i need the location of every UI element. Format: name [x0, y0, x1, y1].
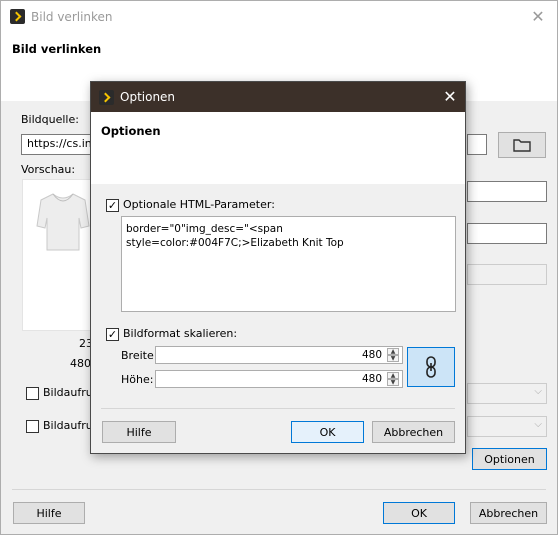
divider [12, 489, 546, 490]
options-button[interactable]: Optionen [472, 448, 547, 470]
scale-label: Bildformat skalieren: [123, 327, 238, 340]
source-input-value: https://cs.inxs [27, 137, 97, 150]
scale-checkbox[interactable] [106, 328, 119, 341]
width-value: 480 [361, 349, 382, 361]
options-dialog: Optionen ✕ Optionen Optionale HTML-Param… [90, 81, 466, 454]
dialog-titlebar: Optionen ✕ [91, 82, 465, 112]
title-input[interactable] [467, 181, 547, 202]
dialog-cancel-button[interactable]: Abbrechen [372, 421, 455, 443]
image-call-checkbox-1[interactable] [26, 387, 39, 400]
image-call-dropdown-1[interactable]: ⌵ [467, 383, 547, 404]
close-icon[interactable]: ✕ [527, 6, 549, 28]
help-button[interactable]: Hilfe [13, 502, 85, 524]
dialog-window-title: Optionen [120, 90, 176, 104]
cancel-button[interactable]: Abbrechen [470, 502, 547, 524]
link-input[interactable] [467, 264, 547, 285]
source-input[interactable]: https://cs.inxs [21, 134, 97, 155]
height-label: Höhe: [121, 373, 154, 386]
image-call-checkbox-2[interactable] [26, 420, 39, 433]
height-stepper[interactable]: 480 ▲ ▼ [155, 370, 403, 388]
main-titlebar: Bild verlinken ✕ [1, 1, 557, 33]
html-params-textarea[interactable]: border="0"img_desc="<span style=color:#0… [121, 216, 456, 312]
dialog-ok-button[interactable]: OK [291, 421, 364, 443]
main-window-title: Bild verlinken [31, 10, 113, 24]
image-call-label-2: Bildaufruf [43, 419, 97, 432]
alt-input[interactable] [467, 223, 547, 244]
dialog-header: Optionen [91, 112, 465, 184]
preview-image [22, 179, 92, 331]
chevron-down-icon: ⌵ [534, 386, 542, 397]
main-header-title: Bild verlinken [12, 42, 102, 56]
width-label: Breite: [121, 349, 158, 362]
browse-button[interactable] [498, 132, 546, 158]
source-label: Bildquelle: [21, 113, 79, 126]
html-params-label: Optionale HTML-Parameter: [123, 198, 275, 211]
folder-icon [513, 139, 531, 152]
spin-up-icon[interactable]: ▲ [387, 372, 399, 379]
spin-up-icon[interactable]: ▲ [387, 348, 399, 355]
dialog-divider [101, 408, 455, 409]
image-call-label-1: Bildaufruf [43, 386, 97, 399]
width-stepper[interactable]: 480 ▲ ▼ [155, 346, 403, 364]
height-value: 480 [361, 373, 382, 385]
app-logo-icon [10, 9, 25, 24]
ok-button[interactable]: OK [383, 502, 455, 524]
source-input-end[interactable] [467, 134, 487, 155]
chevron-down-icon: ⌵ [534, 419, 542, 430]
aspect-ratio-lock-button[interactable] [407, 347, 455, 387]
spin-down-icon[interactable]: ▼ [387, 355, 399, 362]
close-icon[interactable]: ✕ [439, 86, 461, 108]
dialog-header-title: Optionen [101, 124, 161, 138]
app-logo-icon [99, 90, 114, 105]
html-params-checkbox[interactable] [106, 199, 119, 212]
image-call-dropdown-2[interactable]: ⌵ [467, 416, 547, 437]
preview-label: Vorschau: [21, 163, 76, 176]
chain-link-icon [426, 356, 436, 378]
dialog-help-button[interactable]: Hilfe [102, 421, 176, 443]
spin-down-icon[interactable]: ▼ [387, 379, 399, 386]
html-params-value: border="0"img_desc="<span style=color:#0… [126, 223, 344, 249]
shirt-preview-image [36, 193, 90, 251]
